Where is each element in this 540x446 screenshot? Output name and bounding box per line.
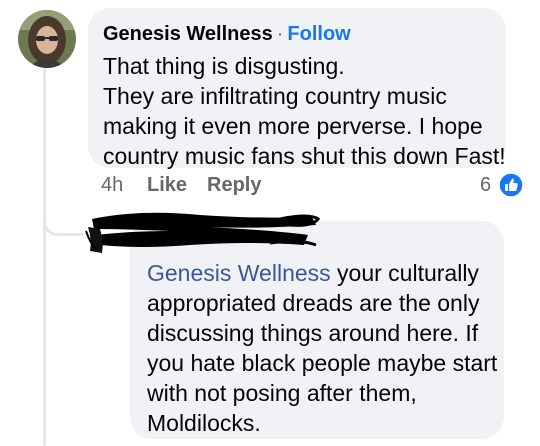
mention-link[interactable]: Genesis Wellness — [147, 260, 331, 286]
comment-line: country music fans shut this down Fast! — [103, 143, 506, 169]
avatar-photo-icon — [18, 10, 76, 68]
comment-bubble: Genesis Wellness · Follow That thing is di… — [88, 8, 506, 171]
comment-line: They are infiltrating country music — [103, 83, 447, 109]
like-button[interactable]: Like — [147, 174, 187, 197]
author-name-link[interactable]: Genesis Wellness — [103, 23, 273, 45]
comment-line: That thing is disgusting. — [103, 53, 345, 79]
reply-line: Moldilocks. — [147, 410, 261, 436]
thread-line — [43, 68, 46, 446]
reply-text: Genesis Wellness your culturally appropr… — [147, 258, 498, 438]
follow-button[interactable]: Follow — [287, 23, 350, 45]
comment-timestamp[interactable]: 4h — [101, 174, 123, 197]
like-thumb-icon[interactable] — [498, 172, 524, 198]
reply-line-rest: your culturally — [330, 260, 479, 286]
reply-line: with not posing after them, — [147, 380, 417, 406]
reply-connector-line — [43, 178, 83, 236]
comment-line: making it even more perverse. I hope — [103, 113, 483, 139]
comment-text: That thing is disgusting. They are infil… — [103, 51, 506, 171]
reply-line: discussing things around here. If — [147, 320, 479, 346]
comment-header: Genesis Wellness · Follow — [103, 20, 492, 48]
reply-line: Genesis Wellness your culturally — [147, 258, 488, 288]
reaction-count[interactable]: 6 — [480, 174, 491, 197]
reply-line: you hate black people maybe start — [147, 350, 498, 376]
reply-button[interactable]: Reply — [207, 174, 261, 197]
reply-line: appropriated dreads are the only — [147, 290, 480, 316]
redaction-scribble — [85, 212, 320, 253]
avatar[interactable] — [18, 10, 76, 68]
separator-dot: · — [276, 23, 284, 45]
